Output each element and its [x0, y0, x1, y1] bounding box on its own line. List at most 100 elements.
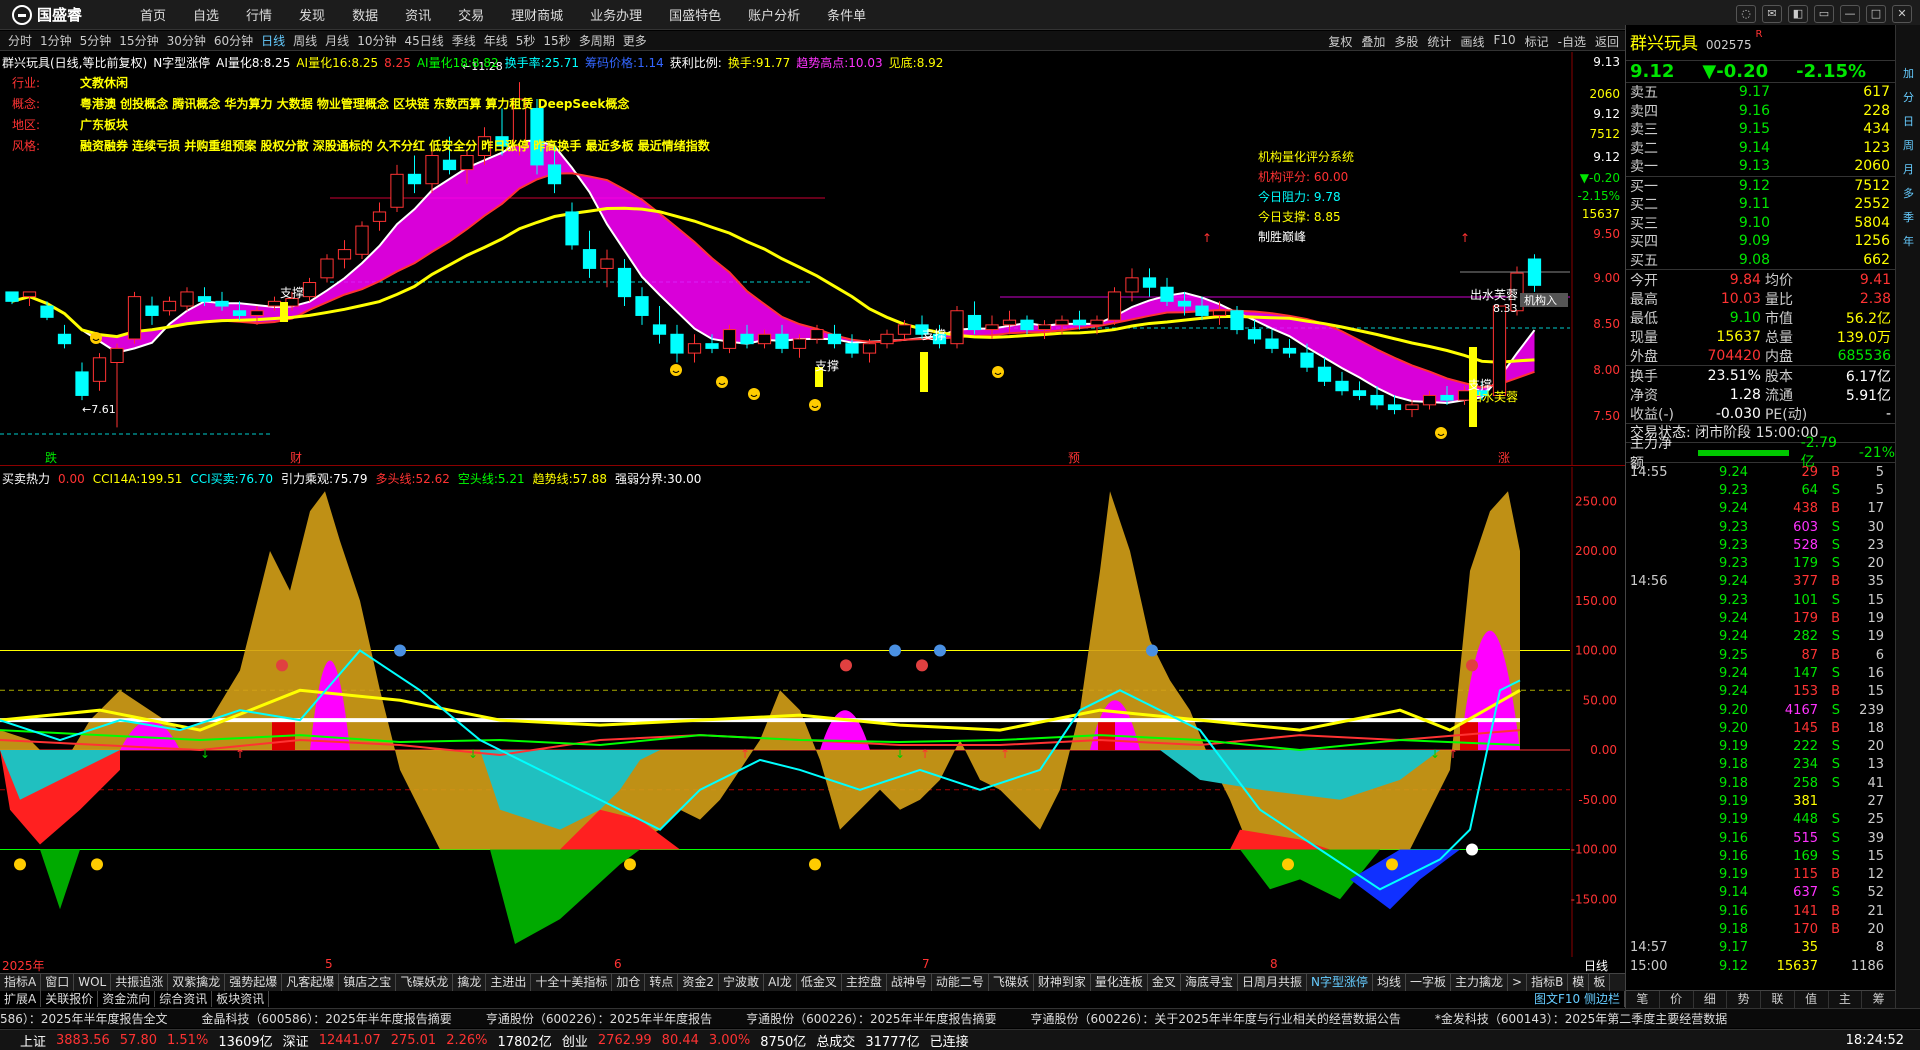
menu-item-4[interactable]: 数据 [352, 5, 378, 24]
period-3[interactable]: 15分钟 [119, 32, 158, 49]
quote-tab[interactable]: 势 [1727, 991, 1761, 1008]
indicator-tab[interactable]: 一字板 [1406, 974, 1451, 991]
chart-tool-0[interactable]: 复权 [1328, 33, 1352, 50]
indicator-tab[interactable]: 资金2 [678, 974, 720, 991]
layout-icon[interactable]: ▭ [1814, 5, 1834, 23]
news-item[interactable]: 金晶科技（600586）：2025年半年度报告摘要 [201, 1010, 451, 1027]
side-strip-item[interactable]: 周 [1896, 137, 1920, 153]
news-item[interactable]: 亨通股份（600226）：关于2025年半年度与行业相关的经营数据公告 [1031, 1010, 1401, 1027]
maximize-icon[interactable]: □ [1866, 5, 1886, 23]
side-strip-item[interactable]: 分 [1896, 89, 1920, 105]
indicator-tab[interactable]: 模 [1568, 974, 1590, 991]
extension-tab[interactable]: 资金流向 [98, 991, 156, 1007]
menu-item-11[interactable]: 条件单 [827, 5, 866, 24]
period-10[interactable]: 45日线 [404, 32, 443, 49]
period-14[interactable]: 15秒 [543, 32, 570, 49]
period-8[interactable]: 月线 [325, 32, 349, 49]
menu-item-0[interactable]: 首页 [140, 5, 166, 24]
indicator-tab[interactable]: 镇店之宝 [339, 974, 397, 991]
menu-item-5[interactable]: 资讯 [405, 5, 431, 24]
menu-item-8[interactable]: 业务办理 [590, 5, 642, 24]
chart-tool-6[interactable]: 标记 [1525, 33, 1549, 50]
indicator-tab[interactable]: 飞碟妖龙 [396, 974, 454, 991]
minimize-icon[interactable]: — [1840, 5, 1860, 23]
indicator-tab[interactable]: 强势起爆 [225, 974, 283, 991]
period-0[interactable]: 分时 [8, 32, 32, 49]
menu-item-6[interactable]: 交易 [458, 5, 484, 24]
side-strip-item[interactable]: 季 [1896, 209, 1920, 225]
skin-icon[interactable]: ◧ [1788, 5, 1808, 23]
indicator-tab[interactable]: 指标A [0, 974, 42, 991]
menu-item-1[interactable]: 自选 [193, 5, 219, 24]
menu-item-10[interactable]: 账户分析 [748, 5, 800, 24]
side-strip-item[interactable]: 月 [1896, 161, 1920, 177]
extension-tab[interactable]: 关联报价 [41, 991, 99, 1007]
indicator-tab[interactable]: AI龙 [764, 974, 797, 991]
indicator-tab[interactable]: 窗口 [41, 974, 75, 991]
indicator-tab[interactable]: 双紫擒龙 [168, 974, 226, 991]
side-strip-item[interactable]: 日 [1896, 113, 1920, 129]
indicator-tab[interactable]: N字型涨停 [1307, 974, 1373, 991]
period-4[interactable]: 30分钟 [167, 32, 206, 49]
indicator-tab[interactable]: 海底寻宝 [1181, 974, 1238, 991]
period-2[interactable]: 5分钟 [80, 32, 112, 49]
period-6[interactable]: 日线 [261, 32, 285, 49]
indicator-tab[interactable]: WOL [74, 974, 112, 991]
menu-item-9[interactable]: 国盛特色 [669, 5, 721, 24]
indicator-tab[interactable]: 凡客起爆 [282, 974, 340, 991]
indicator-tab[interactable]: 主进出 [486, 974, 532, 991]
quote-tab[interactable]: 值 [1795, 991, 1829, 1008]
indicator-tab[interactable]: 宁波敢 [719, 974, 765, 991]
indicator-tab[interactable]: 动能二号 [932, 974, 989, 991]
chart-tool-3[interactable]: 统计 [1427, 33, 1451, 50]
period-7[interactable]: 周线 [293, 32, 317, 49]
indicator-tab[interactable]: 转点 [645, 974, 679, 991]
period-9[interactable]: 10分钟 [357, 32, 396, 49]
kline-chart[interactable]: 9.13 2060 9.12 7512 9.12 ▼-0.20 -2.15% 15637 9.5… [0, 52, 1625, 466]
indicator-tab[interactable]: 主控盘 [842, 974, 887, 991]
period-1[interactable]: 1分钟 [40, 32, 72, 49]
extension-tab[interactable]: 扩展A [0, 991, 42, 1007]
f10-toggle[interactable]: 图文F10 侧边栏 [1530, 991, 1625, 1007]
indicator-tab[interactable]: 金叉 [1148, 974, 1181, 991]
period-11[interactable]: 季线 [452, 32, 476, 49]
indicator-tab[interactable]: 低金叉 [797, 974, 842, 991]
period-12[interactable]: 年线 [484, 32, 508, 49]
chart-tool-1[interactable]: 叠加 [1361, 33, 1385, 50]
quote-tab[interactable]: 笔 [1626, 991, 1660, 1008]
indicator-tab[interactable]: > [1508, 974, 1528, 991]
extension-tab[interactable]: 板块资讯 [212, 991, 270, 1007]
indicator-chart[interactable]: 250.00 200.00 150.00 100.00 50.00 0.00 -50.00 -… [0, 467, 1625, 957]
indicator-tab[interactable]: 板 [1589, 974, 1611, 991]
indicator-tab[interactable]: 指标B [1527, 974, 1569, 991]
quote-tab[interactable]: 筹 [1862, 991, 1896, 1008]
news-item[interactable]: 586）：2025年半年度报告全文 [0, 1010, 167, 1027]
period-16[interactable]: 更多 [623, 32, 647, 49]
indicator-tab[interactable]: 主力擒龙 [1451, 974, 1508, 991]
indicator-tab[interactable]: 加仓 [612, 974, 646, 991]
chart-tool-7[interactable]: -自选 [1558, 33, 1586, 50]
menu-item-7[interactable]: 理财商城 [511, 5, 563, 24]
indicator-tab[interactable]: 日周月共振 [1238, 974, 1307, 991]
chart-tool-2[interactable]: 多股 [1394, 33, 1418, 50]
quote-tab[interactable]: 价 [1660, 991, 1694, 1008]
period-13[interactable]: 5秒 [516, 32, 536, 49]
indicator-tab[interactable]: 财神到家 [1034, 974, 1091, 991]
chat-icon[interactable]: ◌ [1736, 5, 1756, 23]
news-item[interactable]: *金发科技（600143）：2025年第二季度主要经营数据 [1435, 1010, 1727, 1027]
period-15[interactable]: 多周期 [579, 32, 615, 49]
quote-tab[interactable]: 主 [1829, 991, 1863, 1008]
indicator-tab[interactable]: 量化连板 [1091, 974, 1148, 991]
chart-tool-8[interactable]: 返回 [1595, 33, 1619, 50]
menu-item-3[interactable]: 发现 [299, 5, 325, 24]
indicator-tab[interactable]: 擒龙 [453, 974, 487, 991]
quote-tab[interactable]: 联 [1761, 991, 1795, 1008]
indicator-tab[interactable]: 十全十美指标 [531, 974, 613, 991]
quote-tab[interactable]: 细 [1694, 991, 1728, 1008]
side-strip-item[interactable]: 多 [1896, 185, 1920, 201]
news-item[interactable]: 亨通股份（600226）：2025年半年度报告 [486, 1010, 712, 1027]
indicator-tab[interactable]: 共振追涨 [111, 974, 169, 991]
mail-icon[interactable]: ✉ [1762, 5, 1782, 23]
extension-tab[interactable]: 综合资讯 [155, 991, 213, 1007]
period-5[interactable]: 60分钟 [214, 32, 253, 49]
